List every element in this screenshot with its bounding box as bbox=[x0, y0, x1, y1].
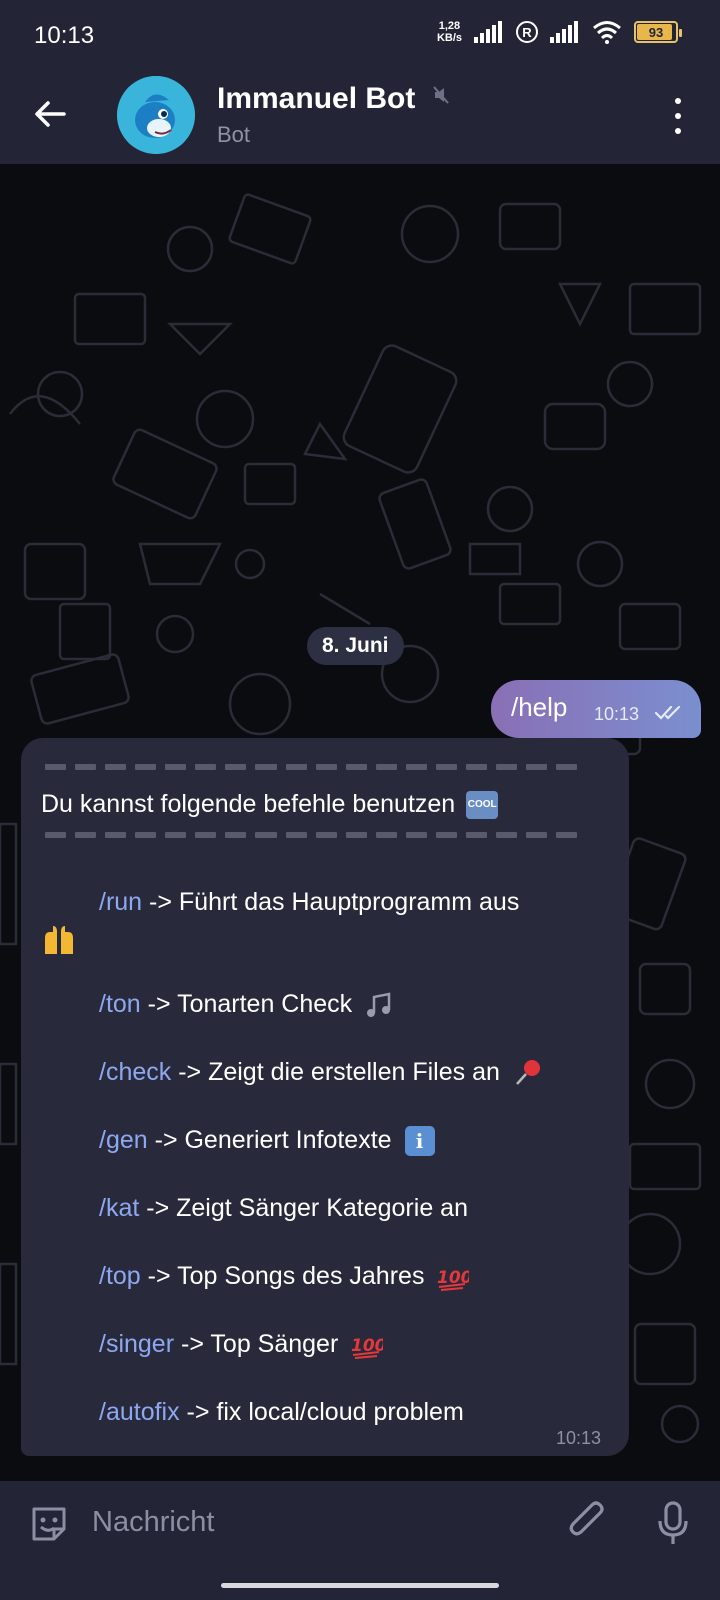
command-kat: /kat -> Zeigt Sänger Kategorie an bbox=[99, 1194, 468, 1223]
roaming-icon: R bbox=[516, 21, 538, 43]
command-link-top[interactable]: /top bbox=[99, 1262, 141, 1290]
incoming-message-time: 10:13 bbox=[556, 1428, 602, 1448]
separator-line bbox=[45, 832, 578, 838]
command-link-gen[interactable]: /gen bbox=[99, 1126, 148, 1154]
status-time: 10:13 bbox=[34, 22, 95, 49]
command-autofix: /autofix -> fix local/cloud problem bbox=[99, 1398, 464, 1427]
help-intro: Du kannst folgende befehle benutzen COOL bbox=[41, 790, 499, 820]
command-ton: /ton -> Tonarten Check bbox=[99, 990, 393, 1019]
more-menu-button[interactable] bbox=[666, 94, 690, 138]
command-link-check[interactable]: /check bbox=[99, 1058, 171, 1086]
command-desc: -> Zeigt die erstellen Files an bbox=[171, 1058, 500, 1086]
dolphin-avatar-icon bbox=[117, 76, 195, 154]
dot-icon bbox=[675, 113, 681, 119]
battery-level: 93 bbox=[648, 24, 664, 40]
command-top: /top -> Top Songs des Jahres 100 bbox=[99, 1262, 469, 1292]
command-singer: /singer -> Top Sänger 100 bbox=[99, 1330, 383, 1360]
command-link-autofix[interactable]: /autofix bbox=[99, 1398, 180, 1426]
emoji-button[interactable] bbox=[28, 1503, 70, 1550]
command-link-singer[interactable]: /singer bbox=[99, 1330, 174, 1358]
dot-icon bbox=[675, 98, 681, 104]
status-icons: 1,28 KB/s R 93 bbox=[437, 20, 682, 44]
paperclip-icon bbox=[569, 1501, 604, 1536]
cool-emoji-icon: COOL bbox=[466, 791, 499, 820]
message-input[interactable] bbox=[92, 1501, 522, 1543]
outgoing-message-time: 10:13 bbox=[594, 704, 640, 724]
network-speed-unit: KB/s bbox=[436, 32, 462, 44]
home-indicator[interactable] bbox=[221, 1583, 499, 1588]
double-check-icon bbox=[655, 705, 681, 720]
voice-message-button[interactable] bbox=[656, 1501, 690, 1552]
outgoing-message[interactable]: /help 10:13 bbox=[491, 680, 701, 738]
command-check: /check -> Zeigt die erstellen Files an bbox=[99, 1058, 543, 1088]
chat-title: Immanuel Bot bbox=[217, 82, 416, 115]
command-link-kat[interactable]: /kat bbox=[99, 1194, 139, 1222]
chat-header: Immanuel Bot Bot bbox=[0, 72, 720, 164]
command-run: /run -> Führt das Hauptprogramm aus bbox=[99, 888, 519, 917]
raising-hands-emoji-icon bbox=[45, 926, 73, 954]
separator-line bbox=[45, 764, 578, 770]
attach-button[interactable] bbox=[568, 1501, 610, 1550]
info-emoji-icon: i bbox=[404, 1126, 435, 1157]
wifi-icon bbox=[593, 21, 621, 44]
network-speed: 1,28 KB/s bbox=[437, 20, 462, 44]
battery-icon: 93 bbox=[634, 21, 682, 43]
command-link-run[interactable]: /run bbox=[99, 888, 142, 916]
command-desc: -> Führt das Hauptprogramm aus bbox=[142, 888, 520, 916]
signal-icon-2 bbox=[550, 21, 578, 43]
hundred-points-emoji-icon: 100 bbox=[437, 1268, 469, 1292]
pushpin-emoji-icon bbox=[515, 1060, 540, 1086]
microphone-icon bbox=[658, 1501, 688, 1544]
back-button[interactable] bbox=[26, 90, 74, 138]
incoming-message[interactable]: Du kannst folgende befehle benutzen COOL… bbox=[21, 738, 629, 1456]
dot-icon bbox=[675, 128, 681, 134]
network-speed-value: 1,28 bbox=[438, 20, 461, 32]
hundred-points-emoji-icon: 100 bbox=[351, 1336, 383, 1360]
help-intro-text: Du kannst folgende befehle benutzen bbox=[41, 790, 456, 818]
command-link-ton[interactable]: /ton bbox=[99, 990, 141, 1018]
command-gen: /gen -> Generiert Infotexte i bbox=[99, 1126, 435, 1157]
date-separator: 8. Juni bbox=[307, 627, 404, 665]
muted-icon bbox=[433, 86, 449, 104]
signal-icon bbox=[474, 21, 502, 43]
outgoing-message-text: /help bbox=[511, 692, 568, 722]
chat-area[interactable]: 8. Juni /help 10:13 Du kannst folgende b… bbox=[0, 164, 720, 1481]
avatar[interactable] bbox=[117, 76, 195, 154]
chat-subtitle: Bot bbox=[217, 122, 251, 147]
command-desc: -> Tonarten Check bbox=[140, 990, 353, 1018]
message-input-bar bbox=[0, 1481, 720, 1563]
command-desc: -> Top Songs des Jahres bbox=[140, 1262, 425, 1290]
system-nav-bar bbox=[0, 1563, 720, 1600]
command-desc: -> Generiert Infotexte bbox=[147, 1126, 392, 1154]
sticker-smile-icon bbox=[32, 1507, 66, 1541]
arrow-left-icon bbox=[35, 101, 66, 127]
status-bar: 10:13 1,28 KB/s R 93 bbox=[0, 0, 720, 72]
command-desc: -> Zeigt Sänger Kategorie an bbox=[139, 1194, 468, 1222]
command-desc: -> Top Sänger bbox=[174, 1330, 339, 1358]
command-desc: -> fix local/cloud problem bbox=[179, 1398, 464, 1426]
music-note-emoji-icon bbox=[367, 992, 391, 1018]
